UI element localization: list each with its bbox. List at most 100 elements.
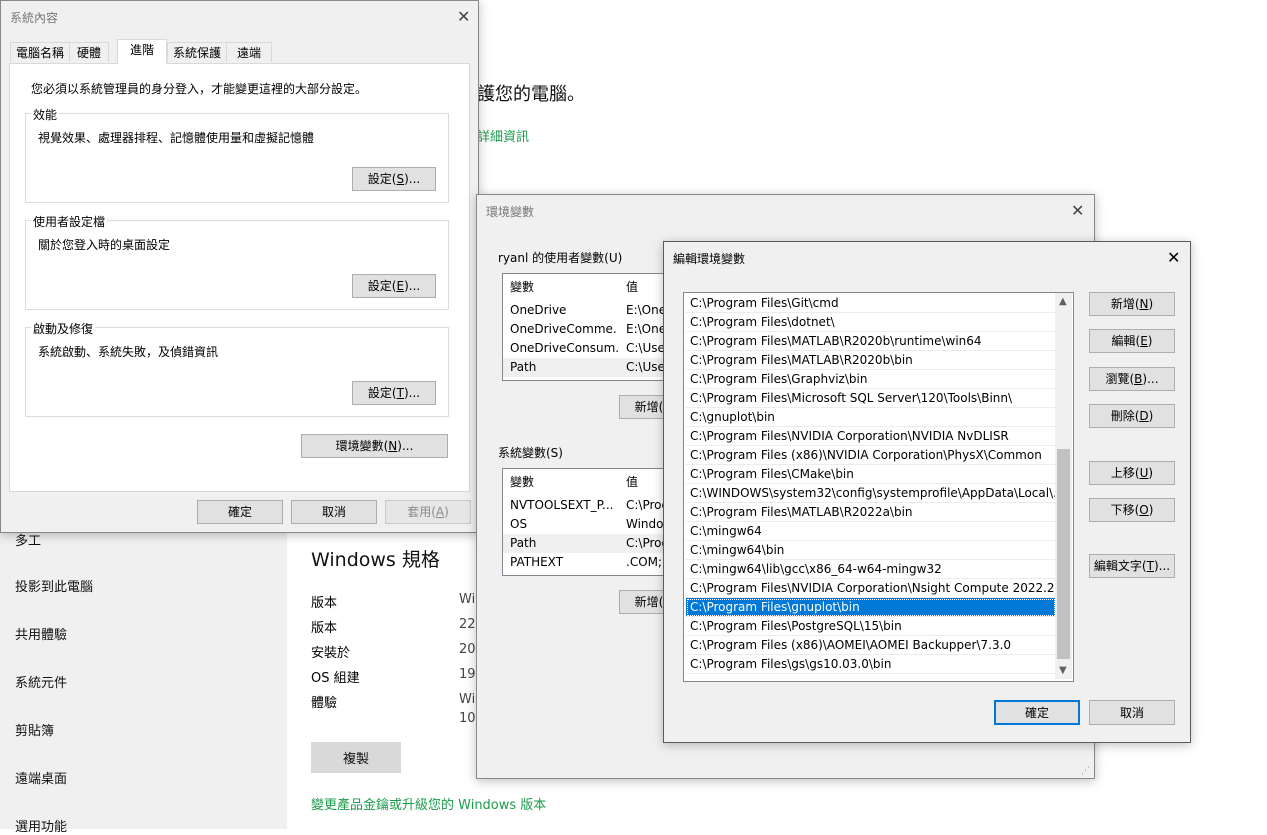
nav-item-shared-experience[interactable]: 共用體驗 bbox=[15, 624, 67, 643]
button-label-tail: )... bbox=[397, 439, 414, 453]
scroll-down-icon[interactable]: ▼ bbox=[1059, 665, 1067, 676]
path-item[interactable]: C:\Program Files\Git\cmd bbox=[686, 294, 1056, 313]
button-label-tail: )... bbox=[1142, 372, 1159, 386]
list-item[interactable]: OneDriveComme... E:\One bbox=[503, 320, 673, 339]
list-item[interactable]: PATHEXT .COM;. bbox=[503, 553, 673, 572]
button-label-tail: ) bbox=[1148, 466, 1154, 480]
spec-value: 22I bbox=[459, 617, 475, 632]
user-variables-label: ryanl 的使用者變數(U) bbox=[498, 251, 623, 265]
path-item[interactable]: C:\mingw64 bbox=[686, 522, 1056, 541]
environment-variables-button[interactable]: 環境變數(N)... bbox=[301, 434, 448, 458]
browse-button[interactable]: 瀏覽(B)... bbox=[1089, 367, 1175, 391]
user-variables-list[interactable]: 變數 值 OneDrive E:\One OneDriveComme... E:… bbox=[502, 273, 674, 381]
tab-remote[interactable]: 遠端 bbox=[226, 42, 272, 62]
access-key: A bbox=[435, 505, 445, 519]
nav-item-project[interactable]: 投影到此電腦 bbox=[15, 576, 93, 595]
change-product-key-link[interactable]: 變更產品金鑰或升級您的 Windows 版本 bbox=[311, 794, 546, 813]
list-header: 變數 值 bbox=[503, 473, 673, 492]
button-label-tail: ) bbox=[1148, 297, 1154, 311]
path-item[interactable]: C:\Program Files\NVIDIA Corporation\Nsig… bbox=[686, 579, 1056, 598]
var-name: OneDriveComme... bbox=[510, 322, 618, 336]
nav-item-remote-desktop[interactable]: 遠端桌面 bbox=[15, 768, 67, 787]
nav-item-optional-features[interactable]: 選用功能 bbox=[15, 816, 67, 835]
spec-value: 202 bbox=[459, 642, 475, 657]
ok-button[interactable]: 確定 bbox=[197, 500, 283, 524]
resize-grip-icon[interactable]: ⋰ bbox=[1081, 766, 1090, 776]
tab-panel: 您必須以系統管理員的身分登入，才能變更這裡的大部分設定。 效能 視覺效果、處理器… bbox=[9, 63, 470, 492]
close-icon[interactable]: ✕ bbox=[1167, 250, 1180, 266]
access-key: T bbox=[396, 386, 404, 400]
spec-key: 版本 bbox=[311, 596, 338, 611]
path-item[interactable]: C:\Program Files (x86)\NVIDIA Corporatio… bbox=[686, 446, 1056, 465]
access-key: E bbox=[1140, 334, 1148, 348]
list-item[interactable]: OneDriveConsum... C:\Use bbox=[503, 339, 673, 358]
path-item[interactable]: C:\mingw64\lib\gcc\x86_64-w64-mingw32 bbox=[686, 560, 1056, 579]
delete-path-button[interactable]: 刪除(D) bbox=[1089, 404, 1175, 428]
ok-button[interactable]: 確定 bbox=[994, 700, 1080, 725]
path-item[interactable]: C:\WINDOWS\system32\config\systemprofile… bbox=[686, 484, 1056, 503]
button-label-tail: ) bbox=[1148, 409, 1154, 423]
performance-settings-button[interactable]: 設定(S)... bbox=[352, 167, 436, 191]
close-icon[interactable]: ✕ bbox=[1071, 203, 1084, 219]
copy-button[interactable]: 複製 bbox=[311, 742, 401, 773]
system-variables-list[interactable]: 變數 值 NVTOOLSEXT_P... C:\Prog OS Windo Pa… bbox=[502, 468, 674, 576]
list-item[interactable]: Path C:\Use bbox=[503, 358, 673, 377]
button-label: 上移( bbox=[1110, 466, 1140, 480]
close-icon[interactable]: ✕ bbox=[457, 9, 470, 25]
tab-hardware[interactable]: 硬體 bbox=[69, 42, 109, 62]
edit-path-button[interactable]: 編輯(E) bbox=[1089, 329, 1175, 353]
path-item[interactable]: C:\Program Files\Microsoft SQL Server\12… bbox=[686, 389, 1056, 408]
path-item[interactable]: C:\Program Files\MATLAB\R2020b\bin bbox=[686, 351, 1056, 370]
group-label: 使用者設定檔 bbox=[31, 213, 108, 230]
list-item[interactable]: OS Windo bbox=[503, 515, 673, 534]
button-label: 下移( bbox=[1110, 503, 1140, 517]
button-label-tail: )... bbox=[404, 172, 421, 186]
spec-value: Wi bbox=[459, 692, 475, 707]
cancel-button[interactable]: 取消 bbox=[291, 500, 377, 524]
path-item[interactable]: C:\gnuplot\bin bbox=[686, 408, 1056, 427]
tab-advanced[interactable]: 進階 bbox=[117, 39, 167, 64]
button-label: 套用( bbox=[407, 505, 436, 519]
nav-item-clipboard[interactable]: 剪貼簿 bbox=[15, 720, 54, 739]
button-label: 編輯文字( bbox=[1093, 559, 1147, 573]
spec-key: 體驗 bbox=[311, 696, 338, 711]
list-item[interactable]: Path C:\Prog bbox=[503, 534, 673, 553]
cancel-button[interactable]: 取消 bbox=[1089, 700, 1175, 725]
path-item[interactable]: C:\Program Files\dotnet\ bbox=[686, 313, 1056, 332]
list-item[interactable]: NVTOOLSEXT_P... C:\Prog bbox=[503, 496, 673, 515]
tab-computer-name[interactable]: 電腦名稱 bbox=[10, 42, 70, 62]
scroll-up-icon[interactable]: ▲ bbox=[1059, 296, 1067, 307]
user-profile-settings-button[interactable]: 設定(E)... bbox=[352, 274, 436, 298]
path-item[interactable]: C:\mingw64\bin bbox=[686, 541, 1056, 560]
nav-item-system-components[interactable]: 系統元件 bbox=[15, 672, 67, 691]
path-item[interactable]: C:\Program Files (x86)\AOMEI\AOMEI Backu… bbox=[686, 636, 1056, 655]
new-path-button[interactable]: 新增(N) bbox=[1089, 292, 1175, 316]
path-list[interactable]: C:\Program Files\Git\cmd C:\Program Files… bbox=[683, 292, 1074, 682]
path-item[interactable]: C:\Program Files\MATLAB\R2020b\runtime\w… bbox=[686, 332, 1056, 351]
button-label: 新增( bbox=[1110, 297, 1140, 311]
path-item[interactable]: C:\Program Files\Graphviz\bin bbox=[686, 370, 1056, 389]
path-item[interactable]: C:\Program Files\gs\gs10.03.0\bin bbox=[686, 655, 1056, 674]
path-item[interactable]: C:\Program Files\CMake\bin bbox=[686, 465, 1056, 484]
button-label: 設定( bbox=[367, 172, 397, 186]
tab-system-protection[interactable]: 系統保護 bbox=[167, 42, 227, 62]
path-item[interactable]: C:\Program Files\gnuplot\bin bbox=[686, 598, 1056, 617]
var-name: Path bbox=[510, 536, 537, 550]
path-item[interactable]: C:\Program Files\PostgreSQL\15\bin bbox=[686, 617, 1056, 636]
startup-recovery-settings-button[interactable]: 設定(T)... bbox=[352, 381, 436, 405]
spec-value: 190 bbox=[459, 667, 475, 682]
move-up-button[interactable]: 上移(U) bbox=[1089, 461, 1175, 485]
group-description: 視覺效果、處理器排程、記憶體使用量和虛擬記憶體 bbox=[38, 131, 315, 145]
var-name: OneDriveConsum... bbox=[510, 341, 618, 355]
button-label-tail: ) bbox=[1148, 503, 1154, 517]
path-item[interactable]: C:\Program Files\MATLAB\R2022a\bin bbox=[686, 503, 1056, 522]
admin-notice: 您必須以系統管理員的身分登入，才能變更這裡的大部分設定。 bbox=[31, 82, 368, 96]
scrollbar-thumb[interactable] bbox=[1057, 449, 1070, 659]
access-key: E bbox=[396, 279, 405, 293]
move-down-button[interactable]: 下移(O) bbox=[1089, 498, 1175, 522]
details-link[interactable]: 詳細資訊 bbox=[477, 126, 529, 145]
button-label: 刪除( bbox=[1110, 409, 1140, 423]
edit-text-button[interactable]: 編輯文字(T)... bbox=[1089, 554, 1175, 578]
path-item[interactable]: C:\Program Files\NVIDIA Corporation\NVID… bbox=[686, 427, 1056, 446]
list-item[interactable]: OneDrive E:\One bbox=[503, 301, 673, 320]
